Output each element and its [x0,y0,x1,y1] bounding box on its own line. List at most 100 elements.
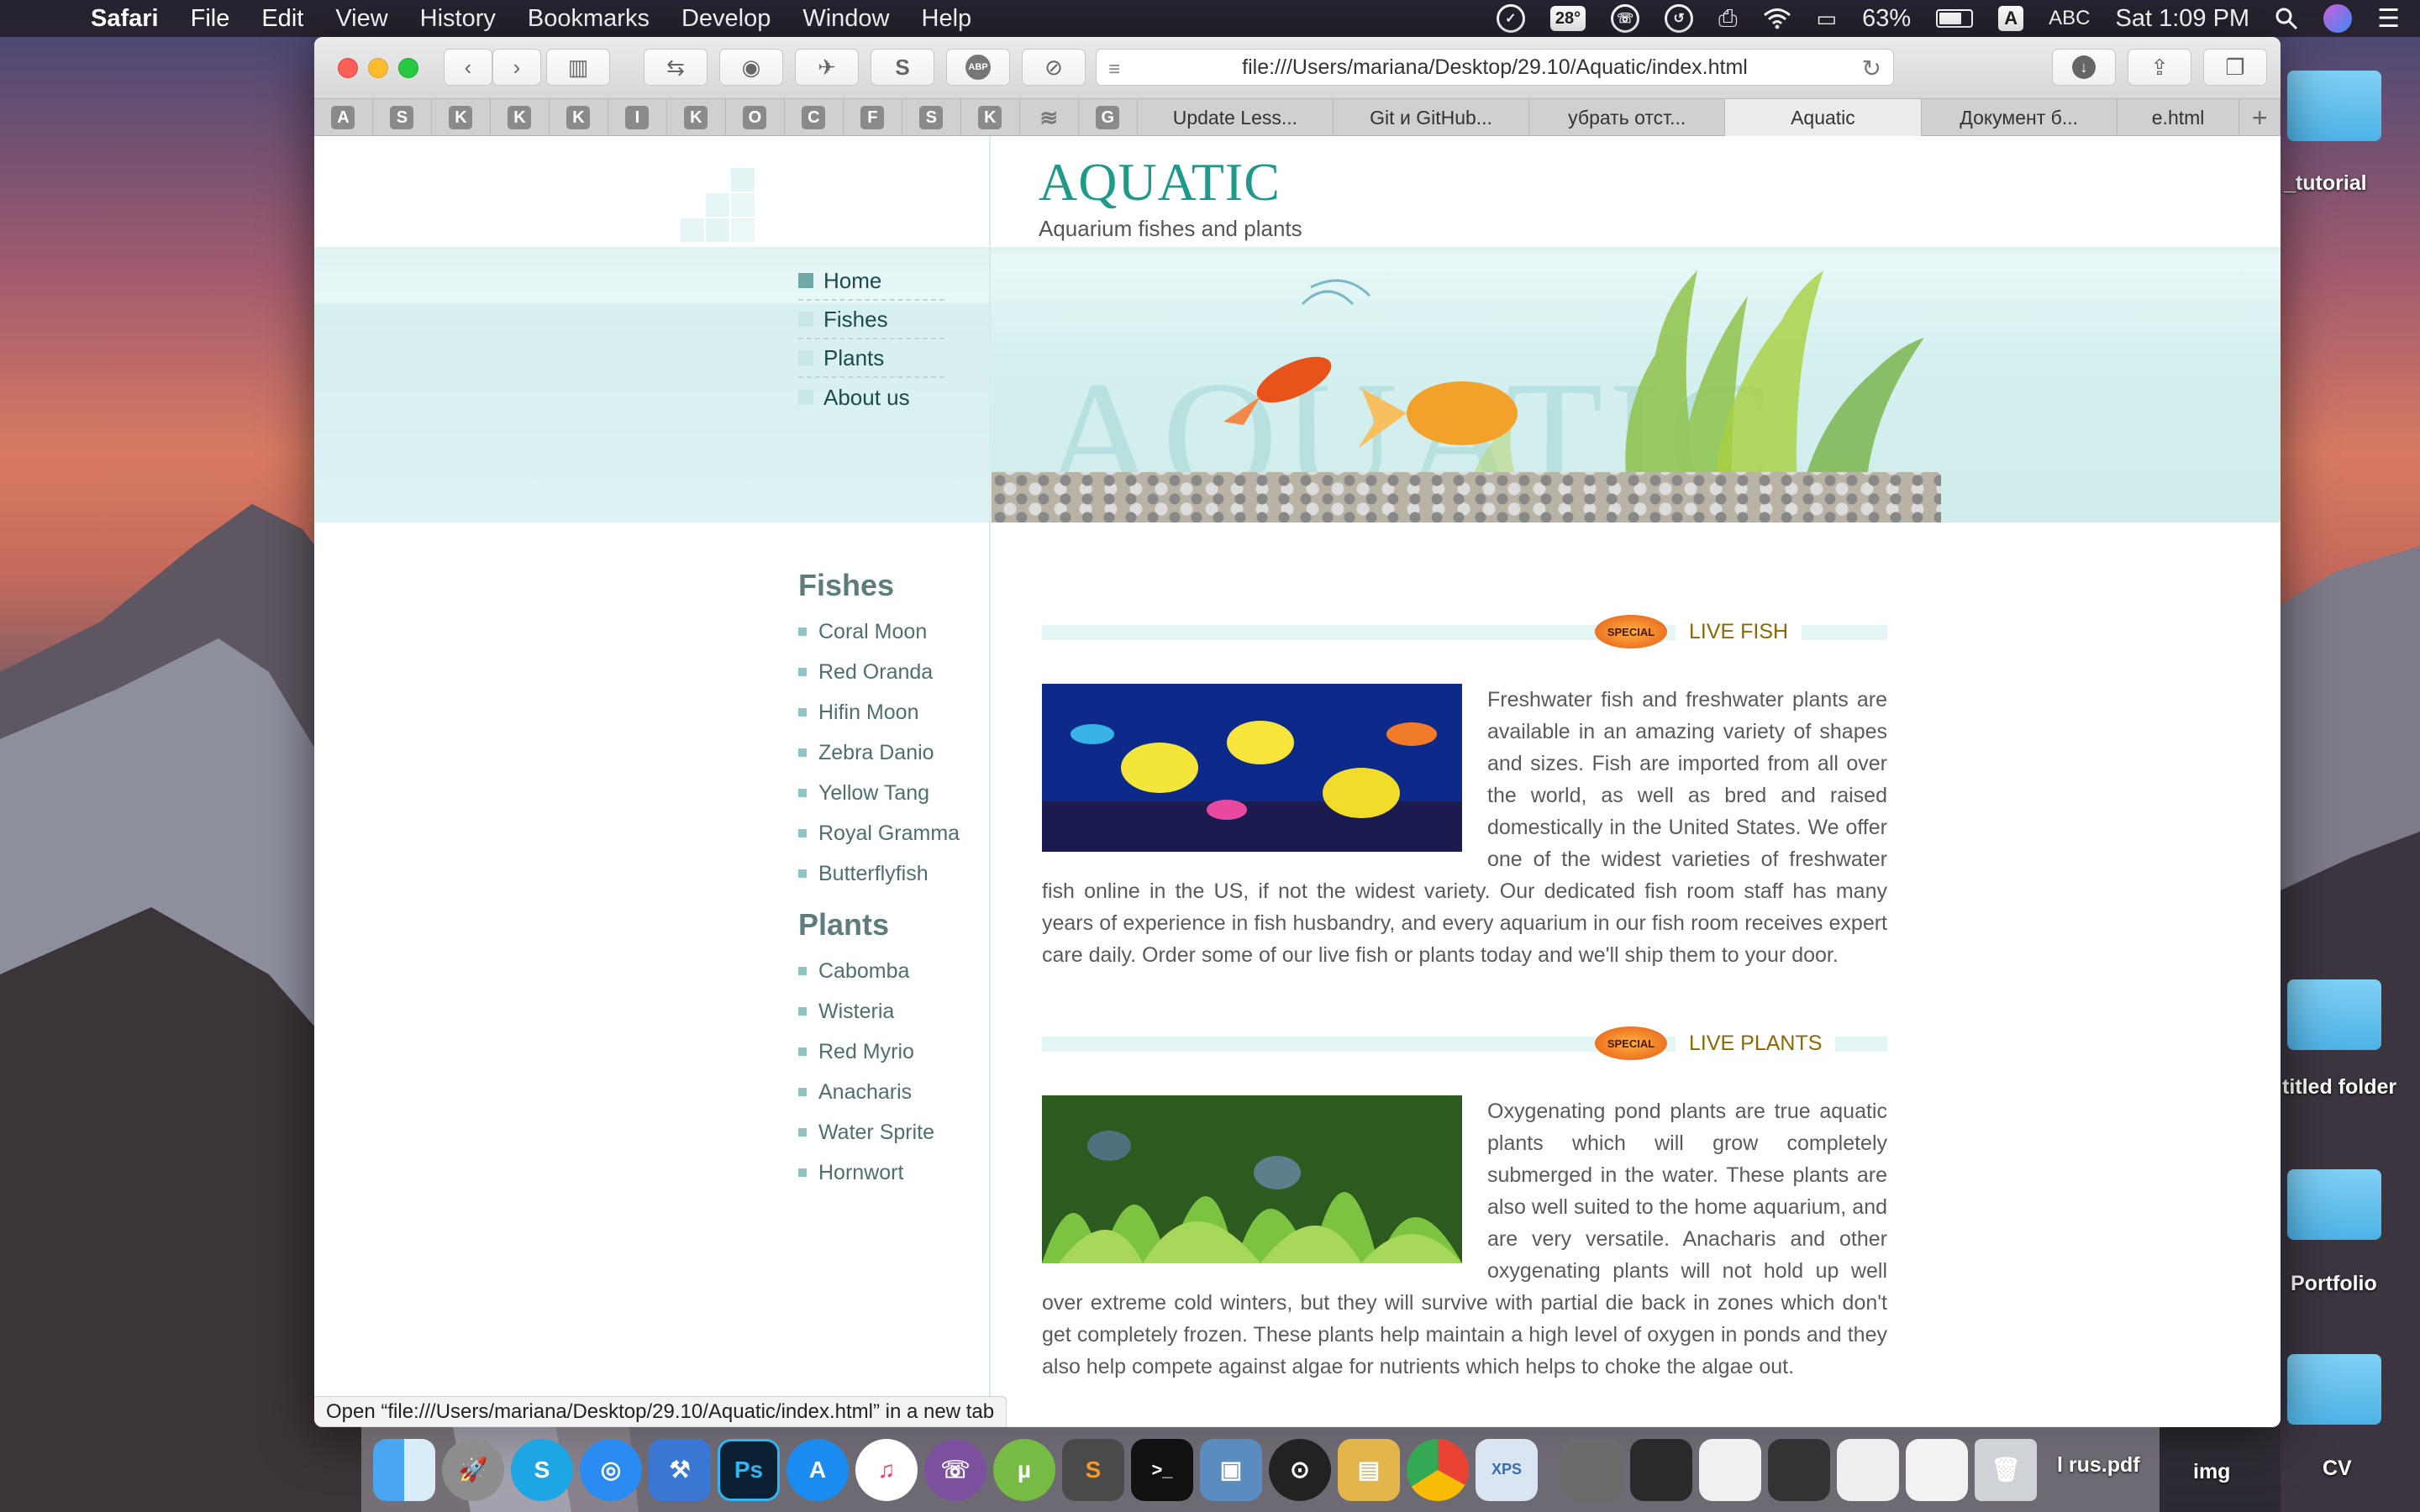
tab-update-less[interactable]: Update Less... [1138,99,1334,136]
skype-icon[interactable]: S [511,1438,573,1501]
nav-plants[interactable]: Plants [798,339,944,378]
desktop-label-pdf[interactable]: l rus.pdf [2057,1453,2140,1478]
window-thumbnail[interactable] [1837,1438,1899,1501]
minimize-window-button[interactable] [368,58,388,78]
window-thumbnail[interactable] [1561,1438,1623,1501]
desktop-folder-icon[interactable] [2287,979,2381,1050]
menu-file[interactable]: File [191,5,230,33]
pinned-tab[interactable]: K [550,99,608,136]
input-source-label[interactable]: ABC [2049,7,2090,30]
tab-git-github[interactable]: Git и GitHub... [1334,99,1530,136]
close-window-button[interactable] [338,58,358,78]
new-tab-button[interactable]: + [2239,99,2281,136]
sidebar-link-yellow-tang[interactable]: Yellow Tang [798,773,960,813]
pinned-tab[interactable]: S [373,99,432,136]
extension-button[interactable]: ⇆ [644,49,708,86]
trash-icon[interactable]: 🗑 [1975,1438,2037,1501]
sidebar-button[interactable]: ▥ [546,49,610,86]
terminal-icon[interactable]: >_ [1131,1438,1193,1501]
nav-fishes[interactable]: Fishes [798,301,944,339]
menu-history[interactable]: History [420,5,496,33]
xcode-icon[interactable]: ⚒ [649,1438,711,1501]
weather-status[interactable]: 28° [1549,6,1586,31]
sidebar-link-royal-gramma[interactable]: Royal Gramma [798,813,960,853]
wifi-icon[interactable] [1763,8,1791,29]
desktop-folder-icon[interactable] [2287,1354,2381,1425]
menu-bookmarks[interactable]: Bookmarks [528,5,650,33]
sublime-text-icon[interactable]: S [1062,1438,1124,1501]
pinned-tab[interactable]: I [608,99,667,136]
desktop-label-img[interactable]: img [2193,1460,2230,1484]
input-source-icon[interactable]: A [1998,6,2024,31]
desktop-folder-icon[interactable] [2287,71,2381,141]
pinned-tab[interactable]: ≋ [1020,99,1079,136]
pinned-tab[interactable]: K [961,99,1020,136]
menu-window[interactable]: Window [802,5,889,33]
zoom-window-button[interactable] [398,58,418,78]
menu-view[interactable]: View [335,5,387,33]
utorrent-icon[interactable]: µ [993,1438,1055,1501]
menu-app-name[interactable]: Safari [91,5,159,33]
desktop-label-cv[interactable]: CV [2323,1457,2352,1481]
safari-icon[interactable]: ◎ [580,1438,642,1501]
pinned-tab[interactable]: K [667,99,726,136]
extension-button[interactable]: ⊘ [1022,49,1086,86]
tab-document[interactable]: Документ б... [1922,99,2118,136]
pinned-tab[interactable]: G [1079,99,1138,136]
address-bar[interactable]: ≡ file:///Users/mariana/Desktop/29.10/Aq… [1096,49,1894,86]
airplay-icon[interactable]: ▭ [1817,6,1838,32]
window-thumbnail[interactable] [1906,1438,1968,1501]
pinned-tab[interactable]: C [785,99,844,136]
pinned-tab[interactable]: S [902,99,961,136]
window-thumbnail[interactable] [1630,1438,1692,1501]
sidebar-link-zebra-danio[interactable]: Zebra Danio [798,732,960,773]
reload-icon[interactable]: ↻ [1862,55,1881,82]
site-logo[interactable]: AQUATIC [1039,151,1281,213]
window-thumbnail[interactable] [1699,1438,1761,1501]
pinned-tab[interactable]: K [491,99,550,136]
window-thumbnail[interactable] [1768,1438,1830,1501]
photoshop-icon[interactable]: Ps [718,1438,780,1501]
downloads-button[interactable]: ↓ [2052,49,2116,86]
notification-center-icon[interactable]: ☰ [2377,4,2400,34]
sidebar-link-water-sprite[interactable]: Water Sprite [798,1112,934,1152]
battery-icon[interactable] [1936,9,1974,28]
nav-home[interactable]: Home [798,262,944,301]
extension-button[interactable]: ◉ [719,49,783,86]
viber-status-icon[interactable]: ☏ [1611,4,1640,33]
sidebar-link-butterflyfish[interactable]: Butterflyfish [798,853,960,894]
github-icon[interactable]: ⊙ [1269,1438,1331,1501]
siri-icon[interactable] [2323,4,2353,33]
nav-about-us[interactable]: About us [798,378,944,417]
menu-help[interactable]: Help [922,5,972,33]
preview-icon[interactable]: ▣ [1200,1438,1262,1501]
forward-button[interactable]: › [492,49,541,86]
viber-icon[interactable]: ☏ [924,1438,986,1501]
sidebar-link-wisteria[interactable]: Wisteria [798,991,934,1032]
sidebar-link-hornwort[interactable]: Hornwort [798,1152,934,1193]
tab-overview-button[interactable]: ❐ [2203,49,2267,86]
time-machine-icon[interactable]: ↺ [1665,4,1694,33]
desktop-folder-icon[interactable] [2287,1169,2381,1240]
pinned-tab[interactable]: F [844,99,902,136]
sidebar-link-anacharis[interactable]: Anacharis [798,1072,934,1112]
pinned-tab[interactable]: K [432,99,491,136]
clock[interactable]: Sat 1:09 PM [2116,5,2250,33]
pinned-tab[interactable]: O [726,99,785,136]
sidebar-link-red-myrio[interactable]: Red Myrio [798,1032,934,1072]
printer-status-icon[interactable]: ⎙ [1718,5,1737,33]
sidebar-link-hifin-moon[interactable]: Hifin Moon [798,692,960,732]
tab-html-file[interactable]: e.html [2118,99,2240,136]
checkmark-status-icon[interactable]: ✓ [1496,4,1525,33]
app-store-icon[interactable]: A [786,1438,849,1501]
finder-icon[interactable] [373,1438,435,1501]
reader-list-icon[interactable]: ≡ [1108,58,1132,81]
adblock-button[interactable]: ABP [946,49,1010,86]
chrome-icon[interactable] [1407,1438,1469,1501]
extension-button[interactable]: S [871,49,934,86]
sidebar-link-red-oranda[interactable]: Red Oranda [798,652,960,692]
menu-develop[interactable]: Develop [681,5,771,33]
launchpad-icon[interactable]: 🚀 [442,1438,504,1501]
archive-utility-icon[interactable]: ▤ [1338,1438,1400,1501]
sidebar-link-cabomba[interactable]: Cabomba [798,951,934,991]
